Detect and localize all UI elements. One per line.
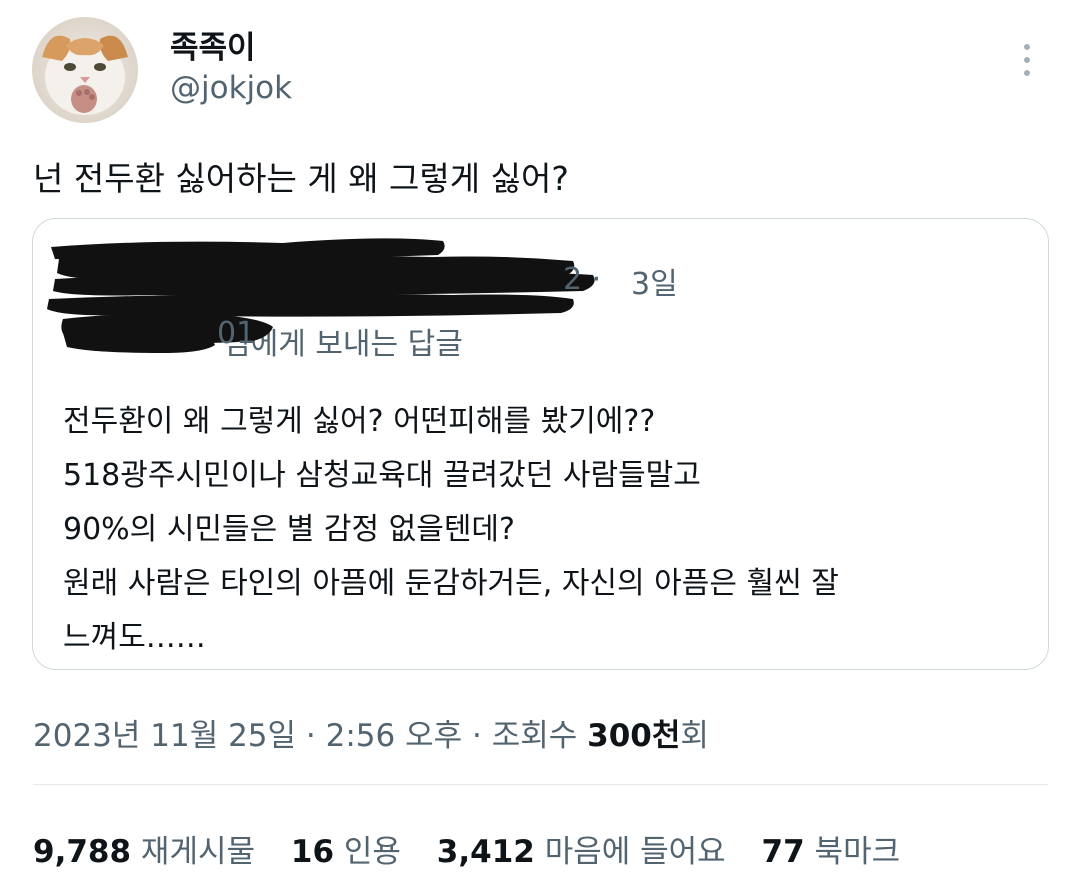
bookmarks-label: 북마크: [814, 834, 901, 870]
quoted-tweet-text: 전두환이 왜 그렇게 싫어? 어떤피해를 봤기에?? 518광주시민이나 삼청교…: [63, 395, 839, 665]
quoted-tweet-line: 원래 사람은 타인의 아픔에 둔감하거든, 자신의 아픔은 훨씬 잘: [63, 566, 839, 601]
retweets-label: 재게시물: [140, 834, 256, 870]
quoted-tweet-line: 느껴도……: [63, 620, 206, 655]
bookmarks-stat[interactable]: 77 북마크: [762, 826, 901, 871]
views-count: 300천: [587, 718, 681, 754]
display-name[interactable]: 족족이: [170, 22, 256, 67]
svg-text:01: 01: [217, 316, 255, 351]
meta-separator: ·: [472, 718, 482, 754]
quoted-tweet-line: 90%의 시민들은 별 감정 없을텐데?: [63, 512, 515, 547]
views-label: 조회수: [491, 718, 578, 754]
avatar[interactable]: [32, 17, 138, 123]
svg-text:2 ·: 2 ·: [563, 262, 601, 297]
more-button[interactable]: [1012, 40, 1042, 80]
retweets-count: 9,788: [33, 834, 132, 870]
avatar-cat-image: [32, 17, 138, 123]
tweet-text: 넌 전두환 싫어하는 게 왜 그렇게 싫어?: [33, 159, 569, 198]
quotes-stat[interactable]: 16 인용: [291, 826, 401, 871]
quotes-label: 인용: [343, 834, 401, 870]
retweets-stat[interactable]: 9,788 재게시물: [33, 826, 255, 871]
redaction-scribble: 2 · 01: [47, 238, 601, 353]
meta-separator: ·: [305, 718, 316, 754]
handle[interactable]: @jokjok: [170, 70, 292, 106]
quoted-tweet-card[interactable]: 3일 님에게 보내는 답글 2 · 01 전두환이 왜 그렇게 싫어? 어떤피해…: [32, 218, 1049, 670]
likes-label: 마음에 들어요: [544, 834, 726, 870]
quoted-tweet-line: 518광주시민이나 삼청교육대 끌려갔던 사람들말고: [63, 458, 701, 493]
tweet-stats: 9,788 재게시물 16 인용 3,412 마음에 들어요 77 북마크: [33, 826, 926, 871]
views-suffix: 회: [680, 718, 709, 754]
quotes-count: 16: [290, 834, 335, 870]
bookmarks-count: 77: [761, 834, 805, 870]
likes-stat[interactable]: 3,412 마음에 들어요: [437, 826, 726, 871]
tweet-date[interactable]: 2023년 11월 25일: [33, 718, 296, 754]
quoted-tweet-line: 전두환이 왜 그렇게 싫어? 어떤피해를 봤기에??: [63, 404, 656, 439]
tweet-time[interactable]: 2:56 오후: [326, 718, 463, 754]
divider: [33, 784, 1048, 785]
likes-count: 3,412: [436, 834, 535, 870]
tweet-meta: 2023년 11월 25일 · 2:56 오후 · 조회수 300천회: [33, 710, 709, 755]
more-vertical-icon: [1024, 44, 1030, 76]
